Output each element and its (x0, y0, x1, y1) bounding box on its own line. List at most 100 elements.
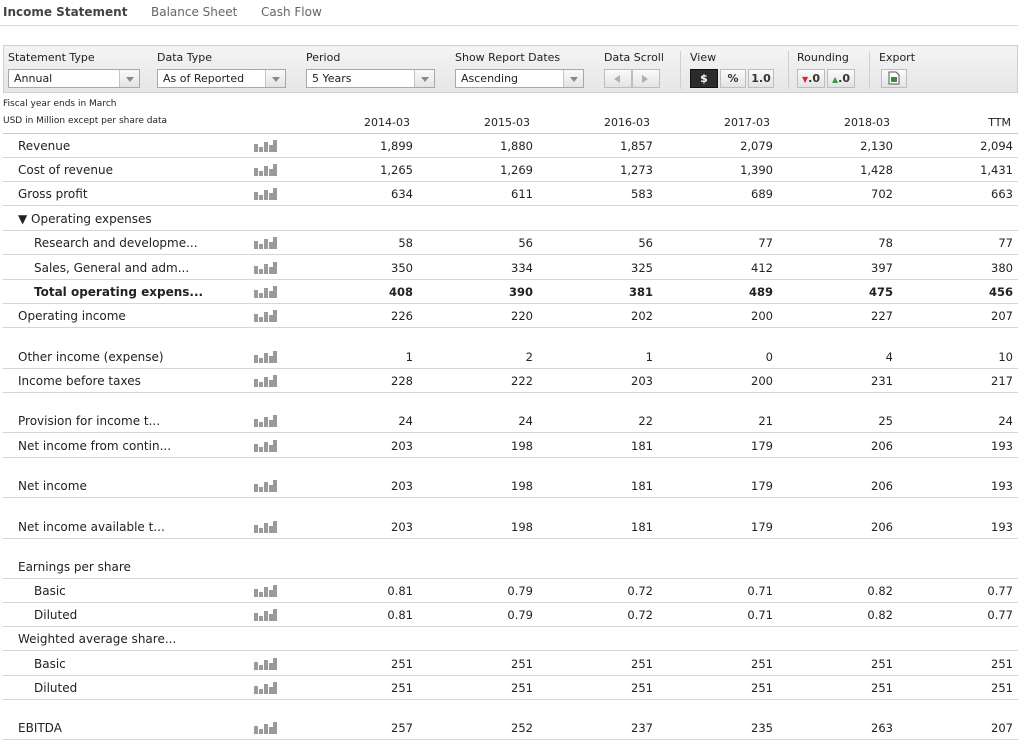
bar-chart-icon[interactable] (254, 139, 278, 152)
table-cell: 193 (991, 479, 1013, 493)
table-row: Diluted 251 251 251 251 251 251 (3, 676, 1018, 700)
data-scroll-label: Data Scroll (604, 51, 664, 64)
row-label: Basic (34, 657, 66, 671)
column-header: 2018-03 (844, 116, 890, 129)
table-row: Weighted average share... (3, 627, 1018, 651)
export-excel-button[interactable] (881, 69, 907, 88)
view-dollar-button[interactable]: $ (690, 69, 718, 88)
bar-chart-icon[interactable] (254, 681, 278, 694)
row-label: Sales, General and adm... (34, 261, 190, 275)
table-cell: 56 (638, 236, 653, 250)
tab-balance-sheet[interactable]: Balance Sheet (151, 5, 237, 19)
table-cell: 226 (391, 309, 413, 323)
statement-tabs: Income Statement Balance Sheet Cash Flow (0, 0, 1018, 26)
bar-chart-icon[interactable] (254, 584, 278, 597)
data-type-select[interactable]: As of Reported (157, 69, 286, 88)
table-cell: 390 (508, 285, 533, 299)
scroll-left-button[interactable] (604, 69, 632, 88)
table-cell: 251 (511, 681, 533, 695)
table-cell: 181 (631, 520, 653, 534)
table-cell: 227 (871, 309, 893, 323)
statement-type-select[interactable]: Annual (8, 69, 140, 88)
chevron-down-icon (265, 70, 285, 87)
table-cell: 10 (998, 350, 1013, 364)
tab-cash-flow[interactable]: Cash Flow (261, 5, 322, 19)
table-cell: 203 (391, 479, 413, 493)
period-value: 5 Years (312, 72, 352, 85)
bar-chart-icon[interactable] (254, 285, 278, 298)
column-header: 2015-03 (484, 116, 530, 129)
table-cell: 21 (758, 414, 773, 428)
table-cell: 251 (991, 657, 1013, 671)
bar-chart-icon[interactable] (254, 479, 278, 492)
table-cell: 206 (871, 479, 893, 493)
table-cell: 251 (751, 657, 773, 671)
tab-income-statement[interactable]: Income Statement (3, 5, 127, 19)
view-decimal-button[interactable]: 1.0 (748, 69, 774, 88)
table-cell: 77 (758, 236, 773, 250)
report-toolbar: Statement Type Annual Data Type As of Re… (3, 45, 1018, 93)
table-row: Total operating expens... 408 390 381 489 475… (3, 280, 1018, 304)
bar-chart-icon[interactable] (254, 520, 278, 533)
row-label: Diluted (34, 681, 78, 695)
table-cell: 0 (765, 350, 773, 364)
bar-chart-icon[interactable] (254, 350, 278, 363)
table-cell: 179 (751, 439, 773, 453)
table-cell: 200 (751, 309, 773, 323)
bar-chart-icon[interactable] (254, 608, 278, 621)
row-label: Revenue (18, 139, 71, 153)
period-label: Period (306, 51, 341, 64)
table-cell: 0.81 (387, 584, 413, 598)
report-dates-value: Ascending (461, 72, 519, 85)
bar-chart-icon[interactable] (254, 261, 278, 274)
view-label: View (690, 51, 717, 64)
table-cell: 0.72 (627, 608, 653, 622)
arrow-left-icon (614, 75, 620, 83)
scroll-right-button[interactable] (632, 69, 660, 88)
bar-chart-icon[interactable] (254, 374, 278, 387)
rounding-decrease-button[interactable]: ▼.0 (797, 69, 825, 88)
column-header: 2014-03 (364, 116, 410, 129)
row-label[interactable]: ▼ Operating expenses (18, 212, 152, 226)
table-cell: 634 (391, 187, 413, 201)
view-percent-button[interactable]: % (720, 69, 746, 88)
table-cell: 1,390 (740, 163, 773, 177)
table-cell: 412 (751, 261, 773, 275)
chevron-down-icon (414, 70, 434, 87)
table-cell: 206 (871, 439, 893, 453)
table-cell: 2,130 (860, 139, 893, 153)
table-cell: 2 (525, 350, 533, 364)
table-row: Provision for income t... 24 24 22 21 25 24 (3, 409, 1018, 433)
bar-chart-icon[interactable] (254, 187, 278, 200)
table-cell: 0.77 (987, 608, 1013, 622)
rounding-decrease-label: .0 (808, 72, 820, 85)
divider (788, 51, 789, 89)
table-row: Basic 0.81 0.79 0.72 0.71 0.82 0.77 (3, 579, 1018, 603)
rounding-increase-button[interactable]: ▲.0 (827, 69, 855, 88)
bar-chart-icon[interactable] (254, 163, 278, 176)
table-cell: 0.81 (387, 608, 413, 622)
data-type-value: As of Reported (163, 72, 245, 85)
table-cell: 2,079 (740, 139, 773, 153)
bar-chart-icon[interactable] (254, 236, 278, 249)
row-label: Weighted average share... (18, 632, 177, 646)
table-row: Gross profit 634 611 583 689 702 663 (3, 182, 1018, 206)
table-cell: 203 (391, 439, 413, 453)
bar-chart-icon[interactable] (254, 721, 278, 734)
table-cell: 489 (748, 285, 773, 299)
table-cell: 198 (511, 439, 533, 453)
bar-chart-icon[interactable] (254, 439, 278, 452)
row-label: Total operating expens... (34, 285, 204, 299)
table-cell: 25 (878, 414, 893, 428)
table-cell: 4 (885, 350, 893, 364)
bar-chart-icon[interactable] (254, 657, 278, 670)
table-cell: 0.79 (507, 608, 533, 622)
bar-chart-icon[interactable] (254, 414, 278, 427)
table-cell: 325 (631, 261, 653, 275)
period-select[interactable]: 5 Years (306, 69, 435, 88)
report-dates-select[interactable]: Ascending (455, 69, 584, 88)
table-cell: 251 (871, 657, 893, 671)
bar-chart-icon[interactable] (254, 309, 278, 322)
data-type-label: Data Type (157, 51, 213, 64)
table-row: Sales, General and adm... 350 334 325 412 397… (3, 256, 1018, 280)
